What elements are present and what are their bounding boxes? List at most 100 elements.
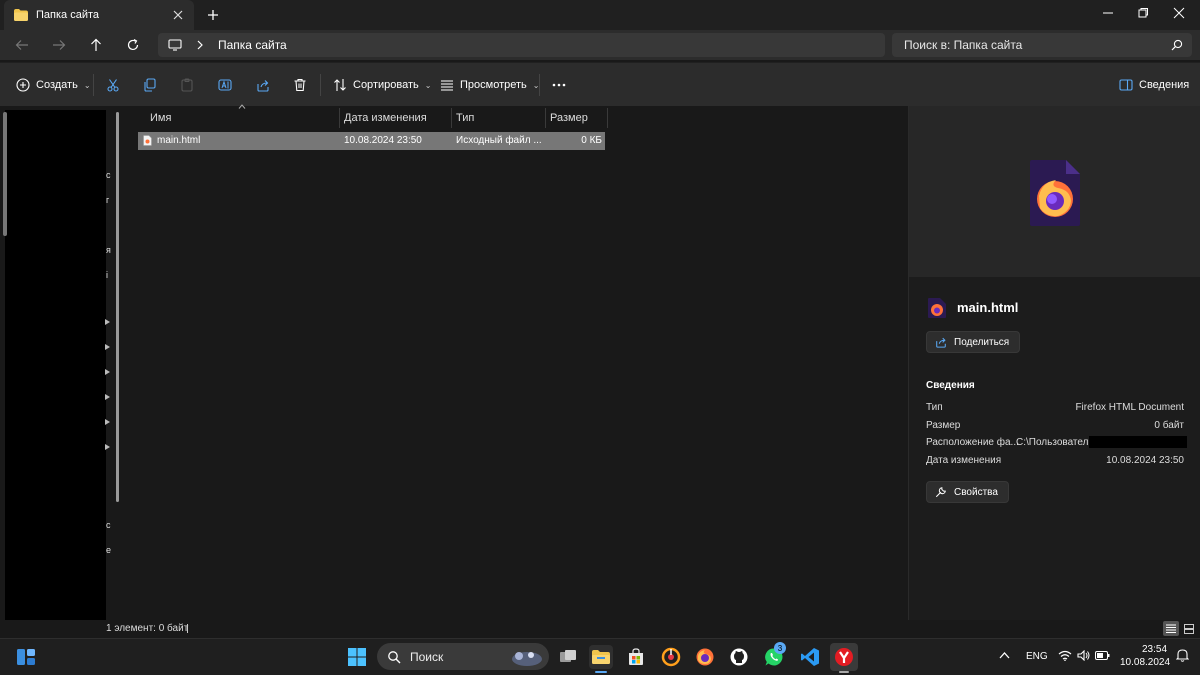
expand-chevron-icon[interactable] <box>105 394 110 400</box>
notification-bell-icon[interactable] <box>1176 648 1189 662</box>
details-pane-icon <box>1119 79 1133 91</box>
search-icon <box>387 650 401 664</box>
nav-item-fragment[interactable]: я <box>106 245 111 255</box>
address-bar[interactable]: Папка сайта <box>158 33 885 57</box>
vscode-icon[interactable] <box>798 645 822 669</box>
expand-chevron-icon[interactable] <box>105 319 110 325</box>
view-button[interactable]: Просмотреть ⌄ <box>440 74 539 96</box>
properties-label: Свойства <box>954 486 998 498</box>
monitor-icon <box>168 39 182 51</box>
expand-chevron-icon[interactable] <box>105 419 110 425</box>
property-value[interactable]: C:\Пользователи <box>1016 437 1094 448</box>
view-list-icon <box>440 78 454 92</box>
details-pane-button[interactable]: Сведения <box>1119 74 1189 96</box>
chevron-right-icon <box>196 40 204 50</box>
file-row[interactable]: main.html 10.08.2024 23:50 Исходный файл… <box>138 132 605 150</box>
taskbar-search[interactable]: Поиск <box>377 643 549 670</box>
divider <box>539 74 540 96</box>
view-label: Просмотреть <box>460 79 527 91</box>
paste-button[interactable] <box>180 74 194 96</box>
column-divider[interactable] <box>607 108 608 128</box>
tab-papka-saita[interactable]: Папка сайта <box>4 0 194 30</box>
more-options-button[interactable] <box>552 74 566 96</box>
back-arrow-icon[interactable] <box>12 36 32 54</box>
share-label: Поделиться <box>954 336 1010 348</box>
share-button[interactable]: Поделиться <box>926 331 1021 353</box>
chevron-up-icon[interactable] <box>999 651 1010 659</box>
left-scrollbar-thumb[interactable] <box>3 112 7 236</box>
nav-item-fragment[interactable]: е <box>106 545 111 555</box>
property-value: Firefox HTML Document <box>1075 402 1184 413</box>
input-language[interactable]: ENG <box>1026 651 1048 662</box>
chevron-down-icon: ⌄ <box>83 80 91 90</box>
search-input[interactable]: Поиск в: Папка сайта <box>892 33 1192 57</box>
navigation-scrollbar[interactable] <box>116 112 119 502</box>
firefox-icon[interactable] <box>693 645 717 669</box>
search-icon[interactable] <box>1171 39 1183 51</box>
column-header-date[interactable]: Дата изменения <box>338 109 450 127</box>
details-pane-label: Сведения <box>1139 79 1190 91</box>
details-view-icon[interactable] <box>1163 621 1179 636</box>
github-icon[interactable] <box>727 645 751 669</box>
property-value: 0 байт <box>1154 420 1184 431</box>
file-size: 0 КБ <box>581 135 602 146</box>
search-highlight-icon <box>507 647 543 667</box>
wifi-icon[interactable] <box>1058 650 1072 661</box>
folder-icon <box>14 9 28 21</box>
running-app-indicator <box>839 671 849 673</box>
redacted-region <box>5 110 106 624</box>
file-name: main.html <box>157 135 201 146</box>
rename-button[interactable] <box>218 74 232 96</box>
new-tab-icon[interactable] <box>204 6 222 24</box>
breadcrumb[interactable]: Папка сайта <box>218 38 287 52</box>
copy-button[interactable] <box>143 74 157 96</box>
property-label: Расположение фа... <box>926 437 1019 448</box>
delete-button[interactable] <box>293 74 307 96</box>
firefox-file-icon <box>1030 160 1080 226</box>
cut-button[interactable] <box>106 74 120 96</box>
tiles-view-icon[interactable] <box>1181 621 1197 636</box>
battery-icon[interactable] <box>1095 651 1110 660</box>
nav-item-fragment[interactable]: і <box>106 270 108 280</box>
expand-chevron-icon[interactable] <box>105 369 110 375</box>
clock-date[interactable]: 10.08.2024 <box>1120 657 1170 668</box>
column-header-type[interactable]: Тип <box>450 109 544 127</box>
share-icon <box>935 336 947 348</box>
file-type: Исходный файл ... <box>456 135 542 146</box>
properties-button[interactable]: Свойства <box>926 481 1009 503</box>
expand-chevron-icon[interactable] <box>105 344 110 350</box>
minimize-button[interactable] <box>1089 0 1127 26</box>
chevron-down-icon: ⌄ <box>424 80 432 90</box>
refresh-icon[interactable] <box>123 36 143 54</box>
nav-item-fragment[interactable]: с <box>106 170 111 180</box>
ellipsis-icon <box>552 78 566 92</box>
column-header-name[interactable]: Имя <box>144 109 338 127</box>
start-windows-icon[interactable] <box>345 645 369 669</box>
rename-icon <box>218 78 232 92</box>
microsoft-store-icon[interactable] <box>624 645 648 669</box>
file-date: 10.08.2024 23:50 <box>344 135 422 146</box>
close-window-button[interactable] <box>1160 0 1198 26</box>
volume-icon[interactable] <box>1077 650 1091 661</box>
music-app-icon[interactable] <box>659 645 683 669</box>
create-button[interactable]: Создать ⌄ <box>16 74 91 96</box>
plus-circle-icon <box>16 78 30 92</box>
nav-item-fragment[interactable]: с <box>106 520 111 530</box>
yandex-browser-icon[interactable] <box>830 643 858 671</box>
widgets-icon[interactable] <box>14 645 38 669</box>
up-arrow-icon[interactable] <box>86 36 106 54</box>
sort-button[interactable]: Сортировать ⌄ <box>333 74 431 96</box>
expand-chevron-icon[interactable] <box>105 444 110 450</box>
sort-arrows-icon <box>333 78 347 92</box>
file-explorer-icon[interactable] <box>589 645 613 669</box>
share-button[interactable] <box>256 74 270 96</box>
maximize-button[interactable] <box>1124 0 1162 26</box>
forward-arrow-icon[interactable] <box>49 36 69 54</box>
clock-time[interactable]: 23:54 <box>1142 644 1167 655</box>
nav-item-fragment[interactable]: г <box>106 195 109 205</box>
task-view-icon[interactable] <box>556 645 580 669</box>
redacted-region <box>1089 436 1187 448</box>
clipboard-icon <box>180 78 194 92</box>
close-tab-icon[interactable] <box>170 7 186 23</box>
column-header-size[interactable]: Размер <box>544 109 606 127</box>
